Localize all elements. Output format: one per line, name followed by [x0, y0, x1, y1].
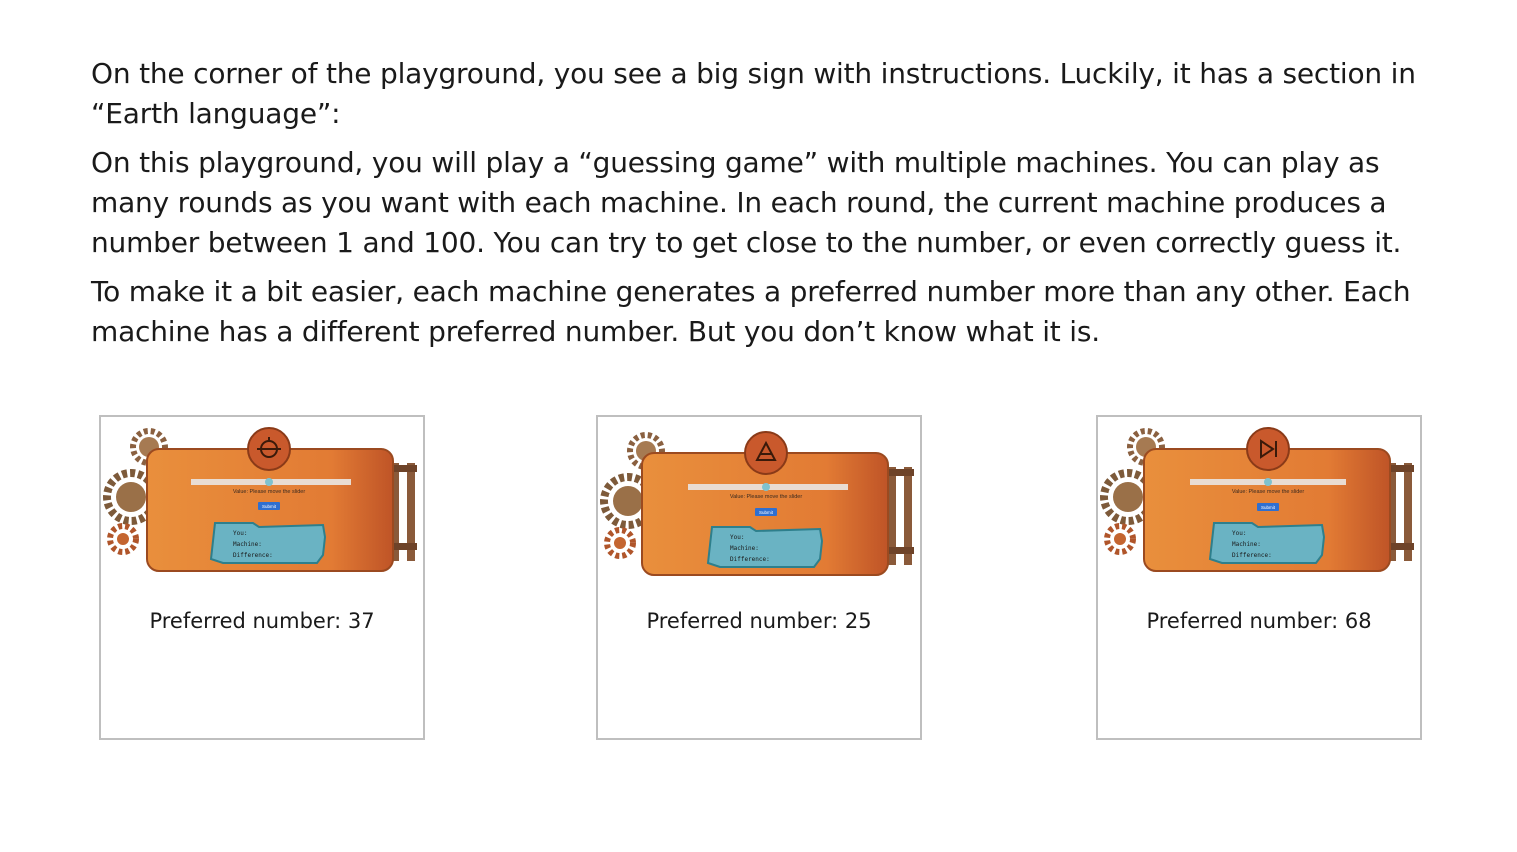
difference-label: Difference:: [730, 556, 770, 563]
machine-label: Machine:: [1232, 541, 1261, 548]
difference-label: Difference:: [233, 552, 273, 559]
instruction-paragraph-1: On the corner of the playground, you see…: [91, 57, 1416, 130]
machine-medallion: [1246, 427, 1290, 471]
machine-card-2: Value: Please move the slider Submit You…: [596, 415, 922, 740]
machine-label: Machine:: [233, 541, 262, 548]
submit-label: Submit: [759, 510, 774, 515]
pipe-frame: [886, 467, 914, 565]
machine-screenshot-3: Value: Please move the slider Submit You…: [1100, 427, 1414, 572]
submit-label: Submit: [1261, 505, 1276, 510]
machine-screenshot-1: Value: Please move the slider Submit You…: [103, 427, 417, 572]
machine-card-3: Value: Please move the slider Submit You…: [1096, 415, 1422, 740]
slider-handle[interactable]: [762, 483, 770, 491]
difference-label: Difference:: [1232, 552, 1272, 559]
you-label: You:: [1232, 530, 1246, 537]
machine-card-1: Value: Please move the slider Submit You…: [99, 415, 425, 740]
preferred-number-caption: Preferred number: 68: [1146, 609, 1372, 633]
instruction-paragraph-3: To make it a bit easier, each machine ge…: [91, 275, 1411, 348]
preferred-number-caption: Preferred number: 37: [149, 609, 375, 633]
instructions-text: On the corner of the playground, you see…: [91, 54, 1431, 361]
value-text: Value: Please move the slider: [233, 489, 306, 495]
value-text: Value: Please move the slider: [1232, 489, 1305, 495]
value-text: Value: Please move the slider: [730, 494, 803, 500]
slider-handle[interactable]: [1264, 478, 1272, 486]
submit-label: Submit: [262, 504, 277, 509]
slider-handle[interactable]: [265, 478, 273, 486]
you-label: You:: [730, 534, 744, 541]
instruction-paragraph-2: On this playground, you will play a “gue…: [91, 146, 1402, 259]
machine-screenshot-2: Value: Please move the slider Submit You…: [600, 431, 914, 576]
machine-label: Machine:: [730, 545, 759, 552]
you-label: You:: [233, 530, 247, 537]
preferred-number-caption: Preferred number: 25: [646, 609, 872, 633]
